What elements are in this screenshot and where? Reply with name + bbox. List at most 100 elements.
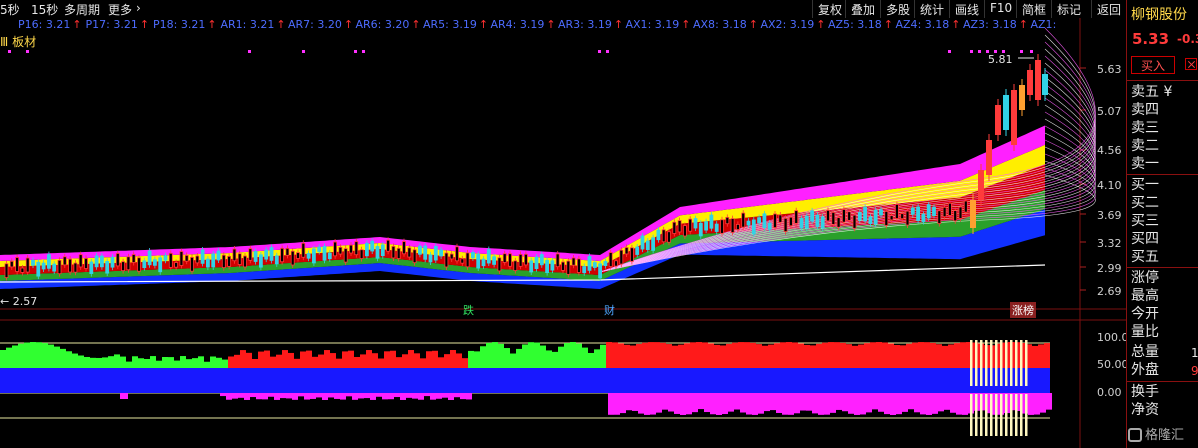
indicator-bar — [138, 358, 144, 368]
simple-frame-button[interactable]: 简框 — [1016, 0, 1051, 18]
period-5s[interactable]: 5秒 — [0, 1, 20, 18]
multi-stock-button[interactable]: 多股 — [880, 0, 915, 18]
candle-body — [412, 249, 417, 264]
indicator-bar — [180, 356, 186, 368]
indicator-bar — [418, 393, 424, 400]
ask-4[interactable]: 卖四 — [1131, 101, 1159, 119]
statistics-button[interactable]: 统计 — [914, 0, 949, 18]
chevron-right-icon[interactable]: › — [136, 1, 141, 15]
limit-list-marker[interactable]: 涨榜 — [1010, 302, 1036, 318]
back-button[interactable]: 返回 — [1091, 0, 1126, 18]
candle-body — [216, 250, 221, 261]
indicator-bar — [1010, 340, 1013, 386]
mark-button[interactable]: 标记 — [1051, 0, 1086, 18]
indicator-bar — [1005, 340, 1008, 386]
indicator-bar — [390, 350, 396, 368]
candle-body — [651, 237, 655, 251]
candle-body — [842, 209, 846, 223]
indicator-bar — [588, 352, 594, 368]
candle-body — [152, 259, 157, 266]
indicator-bar — [684, 368, 690, 373]
indicator-bar — [318, 354, 324, 368]
candle-body — [948, 202, 952, 216]
more-button[interactable]: 更多 — [108, 1, 132, 18]
indicator-bar — [454, 393, 460, 398]
candle-body — [645, 240, 650, 250]
draw-line-button[interactable]: 画线 — [949, 0, 984, 18]
indicator-bar — [632, 393, 638, 411]
candle-body — [778, 214, 783, 223]
indicator-bar — [120, 356, 126, 368]
candle-body — [460, 258, 465, 264]
indicator-bar — [438, 357, 444, 368]
indicator-bar — [450, 350, 456, 368]
watermark: 格隆汇 — [1128, 424, 1184, 443]
indicator-bar — [630, 368, 636, 373]
indicator-bar — [366, 350, 372, 368]
indicator-bar — [270, 356, 276, 368]
indicator-bar — [1032, 345, 1038, 368]
indicator-bar — [24, 342, 30, 368]
kline-chart[interactable] — [0, 0, 1126, 448]
candle-body — [714, 223, 719, 232]
indicator-bar — [516, 348, 522, 368]
ask-2[interactable]: 卖二 — [1131, 137, 1159, 155]
indicator-values-row: P16: 3.21 ↑ P17: 3.21 ↑ P18: 3.21 ↑ AR1: 3.21 ↑… — [0, 18, 1060, 34]
bid-4[interactable]: 买四 — [1131, 230, 1159, 248]
candle-body — [25, 257, 30, 273]
candle-body — [137, 257, 141, 272]
finance-marker[interactable]: 财 — [604, 302, 615, 318]
adjust-button[interactable]: 复权 — [812, 0, 847, 18]
indicator-bar — [420, 358, 426, 368]
indicator-bar — [288, 352, 294, 368]
indicator-bar — [936, 344, 942, 368]
indicator-bar — [1046, 393, 1052, 410]
indicator-bar — [204, 361, 210, 368]
indicator-bar — [372, 353, 378, 368]
buy-button[interactable]: 买入 — [1131, 56, 1175, 74]
close-icon[interactable] — [1185, 58, 1197, 70]
overlay-button[interactable]: 叠加 — [845, 0, 880, 18]
bid-3[interactable]: 买三 — [1131, 212, 1159, 230]
candle-body — [285, 247, 290, 256]
indicator-p18: P18: 3.21 ↑ — [153, 18, 217, 31]
multi-period-button[interactable]: 多周期 — [64, 1, 100, 18]
ask-1[interactable]: 卖一 — [1131, 155, 1159, 173]
indicator-bar — [702, 342, 708, 368]
indicator-bar — [702, 368, 708, 378]
period-15s[interactable]: 15秒 — [31, 1, 58, 18]
candle-body — [142, 260, 147, 269]
indicator-bar — [394, 393, 400, 398]
bid-2[interactable]: 买二 — [1131, 194, 1159, 212]
ask-3[interactable]: 卖三 — [1131, 119, 1159, 137]
candle-body — [253, 251, 258, 262]
candle-body — [635, 246, 640, 255]
indicator-bar — [896, 393, 902, 415]
indicator-bar — [804, 344, 810, 368]
candle-body — [826, 209, 830, 222]
candle-body — [126, 256, 131, 271]
indicator-bar — [810, 368, 816, 378]
candle-body — [168, 252, 173, 268]
sector-tag[interactable]: Ⅲ 板材 — [0, 33, 36, 50]
bid-1[interactable]: 买一 — [1131, 176, 1159, 194]
candle-body — [15, 257, 20, 272]
indicator-bar — [696, 368, 702, 378]
candle-body — [9, 260, 14, 268]
indicator-bar — [552, 351, 558, 368]
stock-name[interactable]: 柳钢股份 — [1131, 4, 1187, 24]
indicator-bar — [668, 393, 674, 412]
indicator-bar — [944, 393, 950, 410]
candle-body — [656, 229, 661, 241]
f10-button[interactable]: F10 — [984, 0, 1017, 18]
indicator-bar — [995, 394, 998, 436]
indicator-bar — [358, 393, 364, 399]
candle-body — [349, 244, 353, 254]
candle-body — [301, 242, 306, 258]
fall-marker[interactable]: 跌 — [463, 302, 474, 318]
bid-5[interactable]: 买五 — [1131, 248, 1159, 266]
indicator-bar — [780, 342, 786, 368]
indicator-bar — [642, 342, 648, 368]
ask-5[interactable]: 卖五 ¥ — [1131, 83, 1172, 101]
indicator-bar — [126, 361, 132, 368]
